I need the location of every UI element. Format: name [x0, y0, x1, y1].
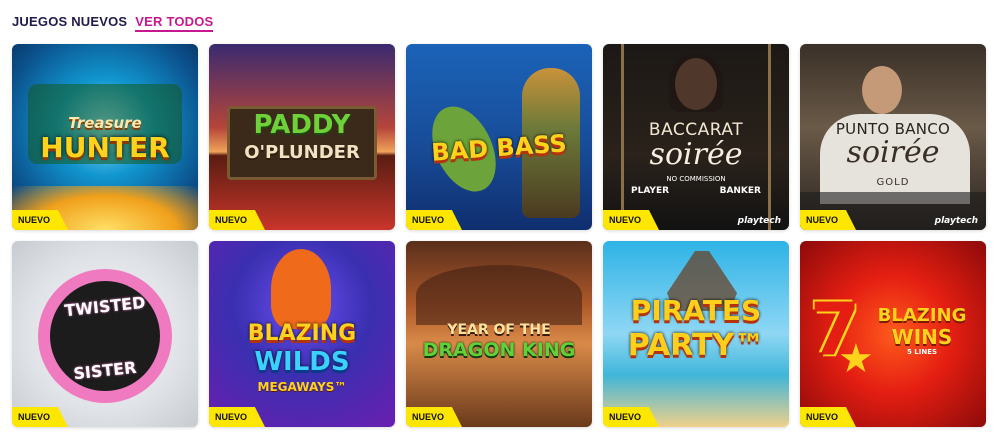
- section-header: JUEGOS NUEVOS VER TODOS: [12, 14, 214, 32]
- game-subtitle: GOLD: [876, 177, 910, 188]
- provider-logo: playtech: [934, 216, 978, 226]
- game-title-line1: YEAR OF THE: [447, 322, 551, 338]
- game-title-line1: PIRATES: [630, 294, 762, 327]
- game-title-line2: PARTY™: [627, 328, 765, 363]
- game-title-line2: soirée: [649, 137, 743, 172]
- game-tile-twisted-sister[interactable]: TWISTED SISTER NUEVO: [12, 241, 198, 427]
- game-title-line2: WINS: [891, 325, 953, 349]
- games-grid: Treasure HUNTER NUEVO PADDY O'PLUNDER NU…: [12, 44, 986, 427]
- game-subtitle: MEGAWAYS™: [257, 380, 347, 394]
- game-title-line2: soirée: [846, 135, 940, 170]
- game-tile-pirates-party[interactable]: PIRATES PARTY™ NUEVO: [603, 241, 789, 427]
- game-subtitle: 5 LINES: [906, 348, 938, 356]
- game-title-line2: O'PLUNDER: [244, 142, 360, 163]
- player-label: PLAYER: [631, 186, 670, 196]
- game-tile-bad-bass[interactable]: BAD BASS NUEVO: [406, 44, 592, 230]
- game-title-line1: BLAZING: [247, 321, 357, 346]
- section-title: JUEGOS NUEVOS: [12, 14, 128, 29]
- game-tile-paddy-oplunder[interactable]: PADDY O'PLUNDER NUEVO: [209, 44, 395, 230]
- game-title-line2: DRAGON KING: [422, 339, 576, 361]
- game-tile-blazing-wilds[interactable]: BLAZING WILDS MEGAWAYS™ NUEVO: [209, 241, 395, 427]
- game-tile-punto-banco-soiree[interactable]: PUNTO BANCO soirée GOLD playtech NUEVO: [800, 44, 986, 230]
- game-title-line2: HUNTER: [40, 131, 170, 164]
- view-all-link[interactable]: VER TODOS: [135, 14, 214, 32]
- game-title-line1: BLAZING: [877, 305, 967, 326]
- game-tile-dragon-king[interactable]: YEAR OF THE DRAGON KING NUEVO: [406, 241, 592, 427]
- game-tile-baccarat-soiree[interactable]: BACCARAT soirée NO COMMISSION PLAYER BAN…: [603, 44, 789, 230]
- table-labels: PLAYER BANKER: [631, 187, 761, 196]
- twisted-sister-art: [12, 241, 198, 427]
- game-tile-blazing-wins[interactable]: 7 ★ BLAZING WINS 5 LINES NUEVO: [800, 241, 986, 427]
- game-title-line1: PADDY: [253, 110, 351, 140]
- game-subtitle: NO COMMISSION: [666, 175, 726, 183]
- banker-label: BANKER: [719, 186, 761, 196]
- provider-logo: playtech: [737, 216, 781, 226]
- game-title-line2: WILDS: [254, 347, 350, 377]
- game-title-line1: Treasure: [68, 114, 142, 132]
- game-tile-treasure-hunter[interactable]: Treasure HUNTER NUEVO: [12, 44, 198, 230]
